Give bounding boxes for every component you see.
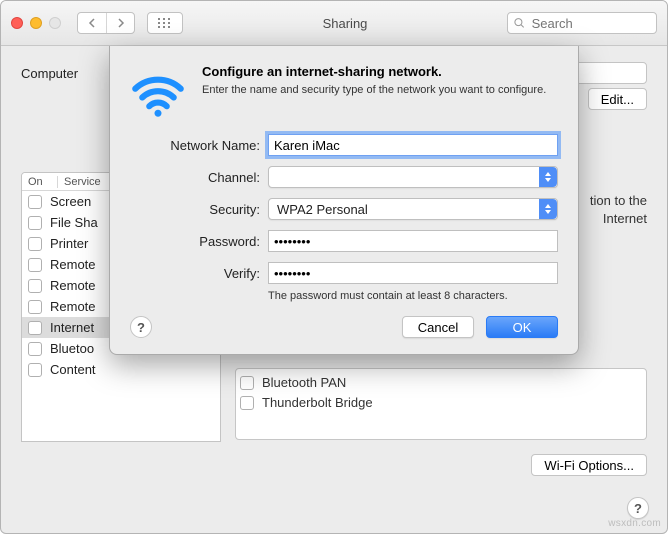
list-item-label: Printer <box>50 236 88 251</box>
sheet-subtitle: Enter the name and security type of the … <box>202 83 546 98</box>
help-button[interactable]: ? <box>627 497 649 519</box>
checkbox[interactable] <box>28 363 42 377</box>
password-label: Password: <box>130 234 260 249</box>
list-item-label: Bluetoo <box>50 341 94 356</box>
list-item-label: Bluetooth PAN <box>262 374 346 392</box>
show-all-button[interactable] <box>147 12 183 34</box>
search-input[interactable] <box>530 15 650 32</box>
edit-button[interactable]: Edit... <box>588 88 647 110</box>
ok-button[interactable]: OK <box>486 316 558 338</box>
verify-input[interactable] <box>268 262 558 284</box>
col-service: Service <box>58 176 101 188</box>
checkbox[interactable] <box>28 216 42 230</box>
window-controls <box>11 17 61 29</box>
security-select[interactable]: WPA2 Personal <box>268 198 558 220</box>
back-button[interactable] <box>78 13 106 33</box>
ports-list: Bluetooth PAN Thunderbolt Bridge <box>235 368 647 440</box>
list-item-label: File Sha <box>50 215 98 230</box>
list-item-label: Thunderbolt Bridge <box>262 394 373 412</box>
network-name-input[interactable] <box>268 134 558 156</box>
checkbox[interactable] <box>28 279 42 293</box>
sheet-title: Configure an internet-sharing network. <box>202 64 546 79</box>
sheet-form: Network Name: Channel: Security: WPA2 Pe… <box>130 134 558 302</box>
minimize-icon[interactable] <box>30 17 42 29</box>
checkbox[interactable] <box>240 396 254 410</box>
desc-fragment: tion to the <box>590 193 647 208</box>
checkbox[interactable] <box>28 237 42 251</box>
checkbox[interactable] <box>28 300 42 314</box>
list-item[interactable]: Thunderbolt Bridge <box>240 393 642 413</box>
search-icon <box>514 17 525 29</box>
checkbox[interactable] <box>28 321 42 335</box>
network-name-label: Network Name: <box>130 138 260 153</box>
security-value: WPA2 Personal <box>277 202 368 217</box>
checkbox[interactable] <box>28 258 42 272</box>
grid-icon <box>158 18 172 28</box>
list-item-label: Screen <box>50 194 91 209</box>
chevron-updown-icon <box>539 167 557 187</box>
window-title: Sharing <box>191 16 499 31</box>
table-row[interactable]: Content <box>22 359 220 380</box>
list-item-label: Remote <box>50 278 96 293</box>
checkbox[interactable] <box>240 376 254 390</box>
search-field[interactable] <box>507 12 657 34</box>
password-hint: The password must contain at least 8 cha… <box>268 290 558 302</box>
col-on: On <box>22 176 58 188</box>
nav-buttons <box>77 12 135 34</box>
zoom-icon <box>49 17 61 29</box>
chevron-right-icon <box>117 18 125 28</box>
list-item[interactable]: Bluetooth PAN <box>240 373 642 393</box>
security-label: Security: <box>130 202 260 217</box>
list-item-label: Internet <box>50 320 94 335</box>
list-item-label: Content <box>50 362 96 377</box>
channel-select[interactable] <box>268 166 558 188</box>
checkbox[interactable] <box>28 195 42 209</box>
computer-name-label: Computer <box>21 66 121 81</box>
cancel-button[interactable]: Cancel <box>402 316 474 338</box>
forward-button[interactable] <box>106 13 134 33</box>
chevron-left-icon <box>88 18 96 28</box>
watermark: wsxdn.com <box>608 518 661 529</box>
sheet-buttons: Cancel OK <box>130 316 558 338</box>
verify-label: Verify: <box>130 266 260 281</box>
chevron-updown-icon <box>539 199 557 219</box>
close-icon[interactable] <box>11 17 23 29</box>
password-input[interactable] <box>268 230 558 252</box>
channel-label: Channel: <box>130 170 260 185</box>
help-button[interactable]: ? <box>130 316 152 338</box>
titlebar: Sharing <box>1 1 667 46</box>
wifi-options-button[interactable]: Wi-Fi Options... <box>531 454 647 476</box>
desc-fragment: Internet <box>603 211 647 226</box>
wifi-icon <box>130 66 186 122</box>
list-item-label: Remote <box>50 299 96 314</box>
checkbox[interactable] <box>28 342 42 356</box>
list-item-label: Remote <box>50 257 96 272</box>
wifi-options-sheet: Configure an internet-sharing network. E… <box>109 46 579 355</box>
prefs-window: Sharing Computer Edit... On Service <box>0 0 668 534</box>
